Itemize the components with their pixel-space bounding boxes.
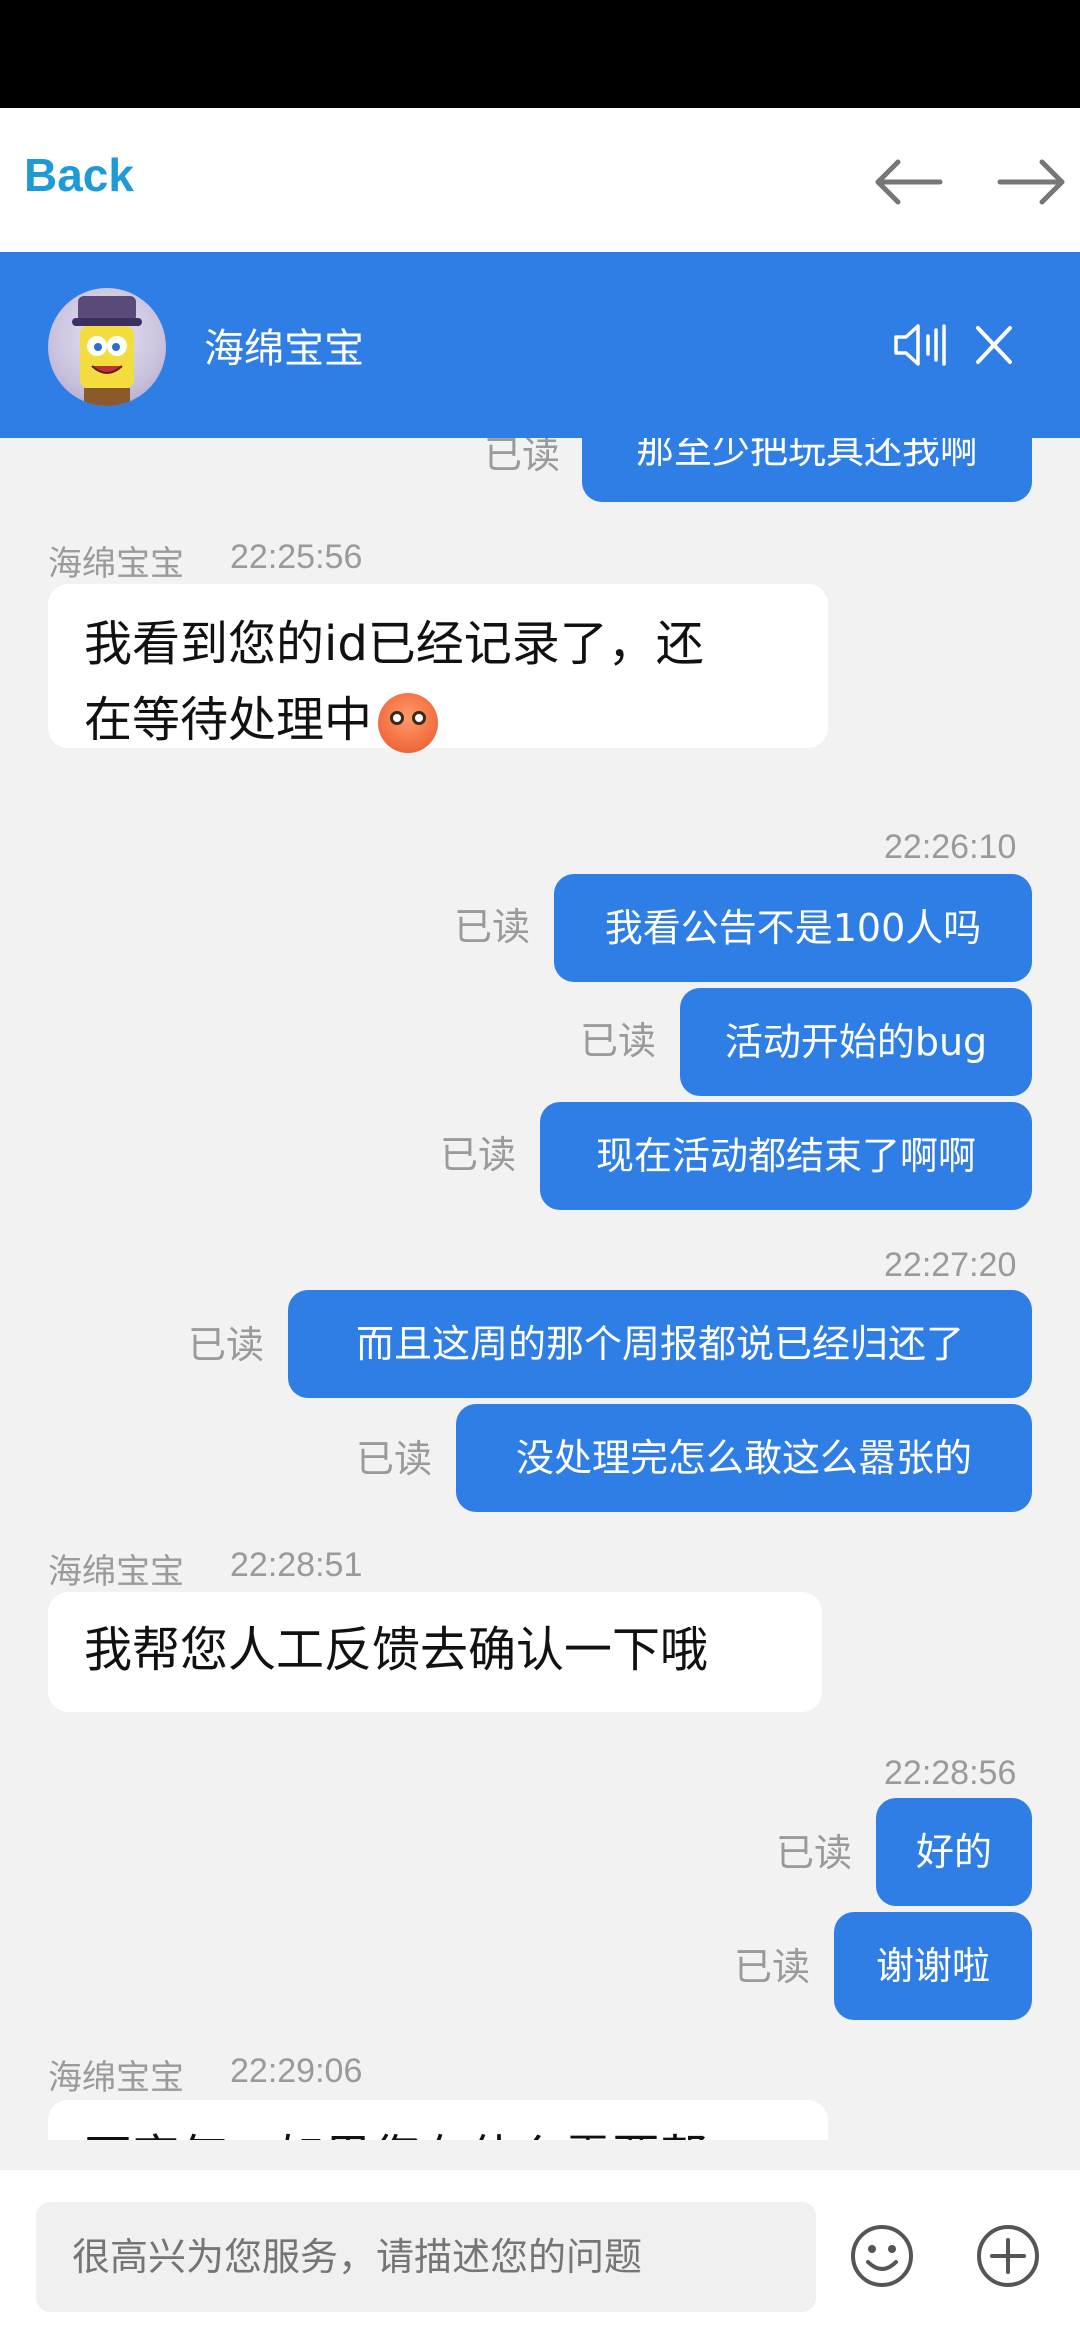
- read-receipt: 已读: [454, 905, 531, 949]
- chat-header: 海绵宝宝: [0, 252, 1080, 438]
- message-bubble-sent[interactable]: 现在活动都结束了啊啊: [540, 1102, 1032, 1210]
- message-text: 在等待处理中: [84, 692, 373, 748]
- input-bar: [0, 2170, 1080, 2340]
- timestamp: 22:28:51: [230, 1546, 363, 1584]
- status-bar: [0, 0, 1080, 108]
- message-bubble-sent[interactable]: 活动开始的bug: [680, 988, 1032, 1096]
- sender-name: 海绵宝宝: [48, 1552, 184, 1592]
- message-bubble-sent[interactable]: 谢谢啦: [834, 1912, 1032, 2020]
- message-bubble-received[interactable]: 不客气，如果您有什么需要帮: [48, 2100, 828, 2140]
- avatar[interactable]: [48, 288, 166, 406]
- contact-name: 海绵宝宝: [204, 326, 364, 372]
- message-input[interactable]: [36, 2202, 816, 2312]
- message-bubble-received[interactable]: 我看到您的id已经记录了，还 在等待处理中: [48, 584, 828, 753]
- close-icon[interactable]: [966, 320, 1022, 370]
- sender-name: 海绵宝宝: [48, 2058, 184, 2098]
- read-receipt: 已读: [580, 1019, 657, 1063]
- smiley-icon[interactable]: [846, 2220, 918, 2292]
- timestamp: 22:25:56: [230, 538, 363, 576]
- spongebob-avatar-icon: [72, 296, 142, 406]
- read-receipt: 已读: [356, 1437, 433, 1481]
- sender-name: 海绵宝宝: [48, 544, 184, 584]
- back-button[interactable]: Back: [24, 148, 134, 202]
- plus-circle-icon[interactable]: [972, 2220, 1044, 2292]
- arrow-right-icon[interactable]: [996, 152, 1068, 212]
- timestamp: 22:28:56: [884, 1754, 1017, 1792]
- read-receipt: 已读: [776, 1831, 853, 1875]
- timestamp: 22:29:06: [230, 2052, 363, 2090]
- speaker-icon[interactable]: [892, 320, 948, 370]
- message-bubble-sent[interactable]: 没处理完怎么敢这么嚣张的: [456, 1404, 1032, 1512]
- read-receipt: 已读: [484, 438, 561, 477]
- message-bubble-sent[interactable]: 而且这周的那个周报都说已经归还了: [288, 1290, 1032, 1398]
- timestamp: 22:26:10: [884, 828, 1017, 866]
- message-bubble-sent[interactable]: 好的: [876, 1798, 1032, 1906]
- message-bubble-sent[interactable]: 我看公告不是100人吗: [554, 874, 1032, 982]
- arrow-left-icon[interactable]: [872, 152, 944, 212]
- message-bubble-received[interactable]: 我帮您人工反馈去确认一下哦: [48, 1592, 822, 1712]
- read-receipt: 已读: [734, 1945, 811, 1989]
- chat-messages[interactable]: 已读 那至少把玩具还我啊 海绵宝宝 22:25:56 我看到您的id已经记录了，…: [0, 438, 1080, 2140]
- read-receipt: 已读: [188, 1323, 265, 1367]
- browser-nav-bar: Back: [0, 108, 1080, 252]
- message-bubble-sent[interactable]: 那至少把玩具还我啊: [582, 438, 1032, 502]
- timestamp: 22:27:20: [884, 1246, 1017, 1284]
- flushed-emoji-icon: [378, 693, 439, 753]
- message-text: 我看到您的id已经记录了，还: [84, 616, 704, 672]
- read-receipt: 已读: [440, 1133, 517, 1177]
